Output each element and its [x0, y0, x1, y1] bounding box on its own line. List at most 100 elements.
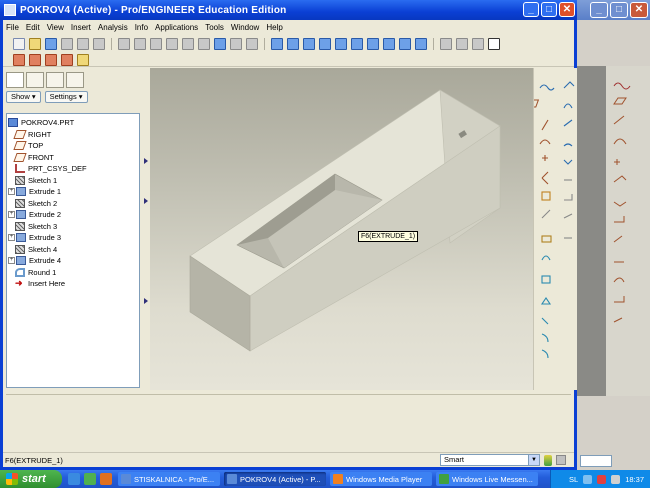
zoom-out-icon[interactable] — [335, 38, 347, 50]
tree-item[interactable]: Sketch 2 — [7, 198, 139, 210]
save-copy-icon[interactable] — [93, 38, 105, 50]
background-maximize-button[interactable]: □ — [610, 2, 628, 18]
tree-item[interactable]: Round 1 — [7, 267, 139, 279]
new-file-icon[interactable] — [13, 38, 25, 50]
background-minimize-button[interactable]: _ — [590, 2, 608, 18]
open-folder-icon[interactable] — [29, 38, 41, 50]
volume-icon[interactable] — [611, 474, 621, 484]
boundary-blend-icon[interactable] — [540, 297, 552, 305]
tab-connections[interactable] — [66, 72, 84, 88]
background-filter-select[interactable] — [580, 455, 612, 467]
info-icon[interactable] — [556, 455, 566, 465]
menu-window[interactable]: Window — [231, 23, 259, 32]
sketch-tool-icon[interactable] — [541, 209, 551, 219]
expand-icon[interactable]: + — [8, 234, 15, 242]
tree-item[interactable]: Sketch 3 — [7, 221, 139, 233]
datum-point-tool-icon[interactable] — [542, 155, 548, 161]
hidden-line-icon[interactable] — [456, 38, 468, 50]
window-titlebar[interactable]: POKROV4 (Active) - Pro/ENGINEER Educatio… — [0, 0, 577, 20]
layers-icon[interactable] — [399, 38, 411, 50]
menu-file[interactable]: File — [6, 23, 19, 32]
show-dropdown[interactable]: Show ▾ — [6, 91, 41, 103]
datum-plane-display-icon[interactable] — [13, 54, 25, 66]
background-close-button[interactable]: ✕ — [630, 2, 648, 18]
datum-point-display-icon[interactable] — [45, 54, 57, 66]
no-hidden-icon[interactable] — [472, 38, 484, 50]
spin-center-icon[interactable] — [287, 38, 299, 50]
menu-info[interactable]: Info — [135, 23, 148, 32]
taskbar-button[interactable]: POKROV4 (Active) - P... — [224, 472, 326, 486]
round-tool-icon[interactable] — [563, 81, 575, 89]
view-manager-icon[interactable] — [415, 38, 427, 50]
tree-item[interactable]: + Extrude 3 — [7, 232, 139, 244]
undo-icon[interactable] — [118, 38, 130, 50]
tree-item[interactable]: PRT_CSYS_DEF — [7, 163, 139, 175]
expand-icon[interactable]: + — [8, 211, 15, 219]
analysis-feature-icon[interactable] — [541, 191, 551, 201]
orient-mode-icon[interactable] — [303, 38, 315, 50]
internet-explorer-icon[interactable] — [68, 473, 80, 485]
tree-item[interactable]: POKROV4.PRT — [7, 117, 139, 129]
taskbar-button[interactable]: STISKALNICA - Pro/E... — [118, 472, 220, 486]
datum-axis-tool-icon[interactable] — [541, 119, 549, 131]
tab-favorites[interactable] — [46, 72, 64, 88]
menu-edit[interactable]: Edit — [26, 23, 40, 32]
settings-dropdown[interactable]: Settings ▾ — [44, 91, 88, 103]
regenerate-icon[interactable] — [214, 38, 226, 50]
messenger-icon[interactable] — [84, 473, 96, 485]
paste-special-icon[interactable] — [198, 38, 210, 50]
chamfer-tool-icon[interactable] — [563, 103, 573, 109]
send-mail-icon[interactable] — [77, 38, 89, 50]
shading-icon[interactable] — [488, 38, 500, 50]
tab-model-tree[interactable] — [6, 72, 24, 88]
datum-plane-tool-icon[interactable] — [526, 99, 540, 108]
traffic-light-icon[interactable] — [544, 455, 552, 466]
extrude-tool-icon[interactable] — [541, 235, 552, 243]
graphics-window[interactable]: F6(EXTRUDE_1) — [150, 68, 533, 390]
taskbar-button[interactable]: Windows Media Player — [330, 472, 432, 486]
tree-item[interactable]: + Extrude 4 — [7, 255, 139, 267]
zoom-in-icon[interactable] — [319, 38, 331, 50]
tree-item[interactable]: RIGHT — [7, 129, 139, 141]
draft-tool-icon[interactable] — [563, 119, 573, 127]
expand-icon[interactable]: + — [8, 188, 15, 196]
cut-icon[interactable] — [150, 38, 162, 50]
tree-item[interactable]: + Extrude 1 — [7, 186, 139, 198]
minimize-button[interactable]: _ — [523, 2, 539, 17]
revolve-tool-icon[interactable] — [541, 255, 551, 261]
csys-display-icon[interactable] — [61, 54, 73, 66]
panel-splitter[interactable] — [143, 68, 150, 390]
security-icon[interactable] — [597, 474, 607, 484]
maximize-button[interactable]: □ — [541, 2, 557, 17]
datum-axis-display-icon[interactable] — [29, 54, 41, 66]
tree-item[interactable]: FRONT — [7, 152, 139, 164]
sketched-curve-icon[interactable] — [539, 84, 555, 91]
tree-item[interactable]: + Extrude 2 — [7, 209, 139, 221]
context-help-icon[interactable] — [77, 54, 89, 66]
tab-folder-browser[interactable] — [26, 72, 44, 88]
paste-icon[interactable] — [182, 38, 194, 50]
tree-item[interactable]: Sketch 4 — [7, 244, 139, 256]
menu-analysis[interactable]: Analysis — [98, 23, 128, 32]
firefox-icon[interactable] — [100, 473, 112, 485]
redo-icon[interactable] — [134, 38, 146, 50]
refit-icon[interactable] — [351, 38, 363, 50]
tree-item[interactable]: Sketch 1 — [7, 175, 139, 187]
menu-tools[interactable]: Tools — [205, 23, 224, 32]
collapse-arrow-icon[interactable] — [144, 198, 148, 204]
repaint-icon[interactable] — [271, 38, 283, 50]
expand-icon[interactable]: + — [8, 257, 15, 265]
collapse-arrow-icon[interactable] — [144, 158, 148, 164]
mirror-tool-icon[interactable] — [563, 159, 573, 165]
saved-views-icon[interactable] — [383, 38, 395, 50]
menu-insert[interactable]: Insert — [71, 23, 91, 32]
hole-tool-icon[interactable] — [541, 317, 549, 325]
selection-filter-select[interactable]: Smart ▼ — [440, 454, 540, 466]
datum-curve-tool-icon[interactable] — [539, 139, 551, 145]
pattern-tool-icon[interactable] — [563, 213, 573, 219]
tree-item[interactable]: ➜ Insert Here — [7, 278, 139, 290]
trim-tool-icon[interactable] — [564, 194, 573, 201]
menu-applications[interactable]: Applications — [155, 23, 198, 32]
copy-icon[interactable] — [166, 38, 178, 50]
csys-tool-icon[interactable] — [541, 171, 549, 185]
